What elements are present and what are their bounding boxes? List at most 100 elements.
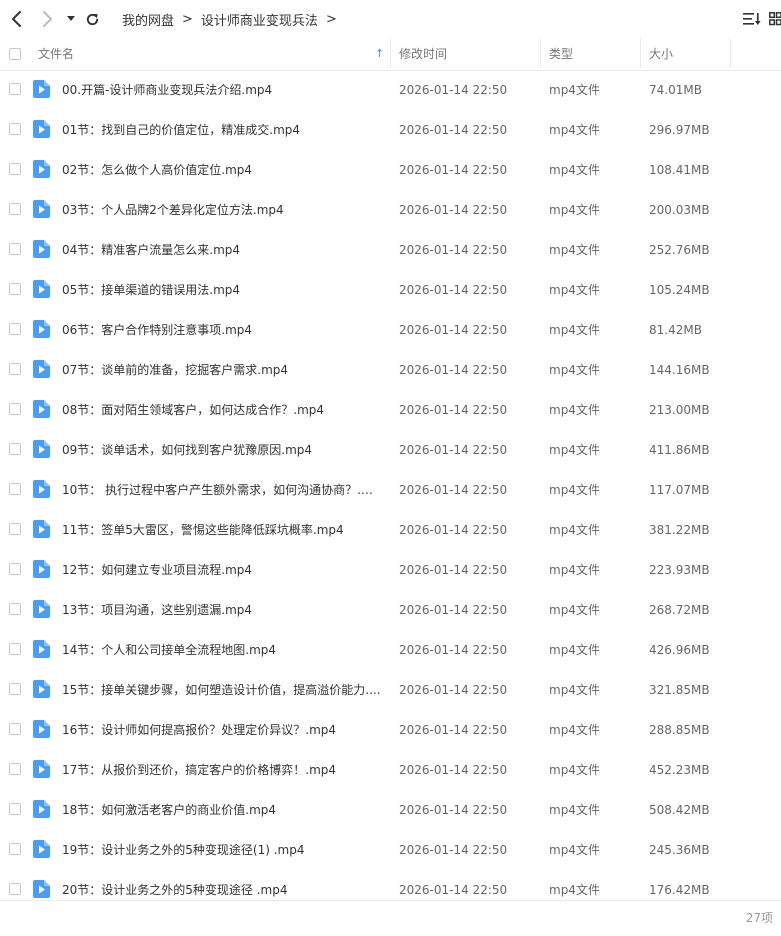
column-header-name[interactable]: 文件名: [38, 38, 74, 70]
row-checkbox[interactable]: [9, 163, 21, 175]
breadcrumb-item-current[interactable]: 设计师商业变现兵法: [201, 10, 318, 29]
row-checkbox[interactable]: [9, 723, 21, 735]
file-name[interactable]: 18节：如何激活老客户的商业价值.mp4: [62, 790, 384, 830]
file-modified-time: 2026-01-14 22:50: [399, 190, 507, 230]
file-row[interactable]: 02节：怎么做个人高价值定位.mp42026-01-14 22:50mp4文件1…: [0, 150, 781, 190]
video-file-icon: [33, 720, 50, 738]
select-all-checkbox[interactable]: [9, 48, 21, 60]
column-divider[interactable]: [730, 38, 731, 68]
file-name[interactable]: 11节：签单5大雷区，警惕这些能降低踩坑概率.mp4: [62, 510, 384, 550]
row-checkbox[interactable]: [9, 243, 21, 255]
file-name[interactable]: 07节：谈单前的准备，挖掘客户需求.mp4: [62, 350, 384, 390]
file-row[interactable]: 17节：从报价到还价，搞定客户的价格博弈！.mp42026-01-14 22:5…: [0, 750, 781, 790]
file-row[interactable]: 16节：设计师如何提高报价？处理定价异议？.mp42026-01-14 22:5…: [0, 710, 781, 750]
sort-button[interactable]: [741, 8, 763, 30]
file-type: mp4文件: [549, 310, 600, 350]
file-row[interactable]: 09节：谈单话术，如何找到客户犹豫原因.mp42026-01-14 22:50m…: [0, 430, 781, 470]
file-row[interactable]: 07节：谈单前的准备，挖掘客户需求.mp42026-01-14 22:50mp4…: [0, 350, 781, 390]
file-row[interactable]: 03节：个人品牌2个差异化定位方法.mp42026-01-14 22:50mp4…: [0, 190, 781, 230]
column-divider[interactable]: [640, 38, 641, 68]
file-size: 74.01MB: [649, 70, 702, 110]
file-name[interactable]: 06节：客户合作特别注意事项.mp4: [62, 310, 384, 350]
file-row[interactable]: 19节：设计业务之外的5种变现途径(1) .mp42026-01-14 22:5…: [0, 830, 781, 870]
file-type: mp4文件: [549, 830, 600, 870]
file-row[interactable]: 08节：面对陌生领域客户，如何达成合作？.mp42026-01-14 22:50…: [0, 390, 781, 430]
file-name[interactable]: 04节：精准客户流量怎么来.mp4: [62, 230, 384, 270]
file-name[interactable]: 14节：个人和公司接单全流程地图.mp4: [62, 630, 384, 670]
file-name[interactable]: 10节： 执行过程中客户产生额外需求，如何沟通协商？.m...: [62, 470, 384, 510]
row-checkbox[interactable]: [9, 763, 21, 775]
column-header-type[interactable]: 类型: [549, 38, 573, 70]
file-row[interactable]: 00.开篇-设计师商业变现兵法介绍.mp4 2026-01-14 22:50 mp4…: [0, 70, 781, 110]
file-name[interactable]: 13节：项目沟通，这些别遗漏.mp4: [62, 590, 384, 630]
row-checkbox[interactable]: [9, 523, 21, 535]
back-button[interactable]: [8, 8, 26, 30]
column-header-modified[interactable]: 修改时间: [399, 38, 447, 70]
file-name[interactable]: 08节：面对陌生领域客户，如何达成合作？.mp4: [62, 390, 384, 430]
file-modified-time: 2026-01-14 22:50: [399, 230, 507, 270]
file-type: mp4文件: [549, 70, 600, 110]
file-row[interactable]: 12节：如何建立专业项目流程.mp42026-01-14 22:50mp4文件2…: [0, 550, 781, 590]
file-type: mp4文件: [549, 590, 600, 630]
video-file-icon: [33, 640, 50, 658]
file-name[interactable]: 03节：个人品牌2个差异化定位方法.mp4: [62, 190, 384, 230]
video-file-icon: [33, 840, 50, 858]
row-checkbox[interactable]: [9, 803, 21, 815]
row-checkbox[interactable]: [9, 203, 21, 215]
file-row[interactable]: 01节：找到自己的价值定位，精准成交.mp42026-01-14 22:50mp…: [0, 110, 781, 150]
file-size: 105.24MB: [649, 270, 710, 310]
file-name[interactable]: 05节：接单渠道的错误用法.mp4: [62, 270, 384, 310]
file-modified-time: 2026-01-14 22:50: [399, 430, 507, 470]
sort-list-icon: [743, 12, 761, 26]
file-row[interactable]: 06节：客户合作特别注意事项.mp42026-01-14 22:50mp4文件8…: [0, 310, 781, 350]
file-row[interactable]: 05节：接单渠道的错误用法.mp42026-01-14 22:50mp4文件10…: [0, 270, 781, 310]
video-file-icon: [33, 560, 50, 578]
row-checkbox[interactable]: [9, 123, 21, 135]
row-checkbox[interactable]: [9, 363, 21, 375]
file-name[interactable]: 02节：怎么做个人高价值定位.mp4: [62, 150, 384, 190]
file-row[interactable]: 18节：如何激活老客户的商业价值.mp42026-01-14 22:50mp4文…: [0, 790, 781, 830]
file-row[interactable]: 11节：签单5大雷区，警惕这些能降低踩坑概率.mp42026-01-14 22:…: [0, 510, 781, 550]
file-name[interactable]: 15节：接单关键步骤，如何塑造设计价值，提高溢价能力....: [62, 670, 384, 710]
file-row[interactable]: 15节：接单关键步骤，如何塑造设计价值，提高溢价能力....2026-01-14…: [0, 670, 781, 710]
row-checkbox[interactable]: [9, 563, 21, 575]
row-checkbox[interactable]: [9, 643, 21, 655]
video-file-icon: [33, 120, 50, 138]
forward-button[interactable]: [38, 8, 56, 30]
column-divider[interactable]: [540, 38, 541, 68]
row-checkbox[interactable]: [9, 483, 21, 495]
video-file-icon: [33, 440, 50, 458]
file-type: mp4文件: [549, 790, 600, 830]
file-name[interactable]: 09节：谈单话术，如何找到客户犹豫原因.mp4: [62, 430, 384, 470]
file-row[interactable]: 13节：项目沟通，这些别遗漏.mp42026-01-14 22:50mp4文件2…: [0, 590, 781, 630]
video-file-icon: [33, 680, 50, 698]
row-checkbox[interactable]: [9, 403, 21, 415]
row-checkbox[interactable]: [9, 843, 21, 855]
file-name[interactable]: 12节：如何建立专业项目流程.mp4: [62, 550, 384, 590]
row-checkbox[interactable]: [9, 683, 21, 695]
row-checkbox[interactable]: [9, 83, 21, 95]
column-header-size[interactable]: 大小: [649, 38, 673, 70]
row-checkbox[interactable]: [9, 283, 21, 295]
file-type: mp4文件: [549, 390, 600, 430]
file-row[interactable]: 14节：个人和公司接单全流程地图.mp42026-01-14 22:50mp4文…: [0, 630, 781, 670]
row-checkbox[interactable]: [9, 323, 21, 335]
file-name[interactable]: 17节：从报价到还价，搞定客户的价格博弈！.mp4: [62, 750, 384, 790]
row-checkbox[interactable]: [9, 883, 21, 895]
file-name[interactable]: 19节：设计业务之外的5种变现途径(1) .mp4: [62, 830, 384, 870]
file-name[interactable]: 01节：找到自己的价值定位，精准成交.mp4: [62, 110, 384, 150]
row-checkbox[interactable]: [9, 603, 21, 615]
refresh-button[interactable]: [82, 8, 102, 30]
file-row[interactable]: 10节： 执行过程中客户产生额外需求，如何沟通协商？.m...2026-01-1…: [0, 470, 781, 510]
history-dropdown-button[interactable]: [64, 8, 78, 30]
view-toggle-button[interactable]: [769, 8, 781, 30]
file-modified-time: 2026-01-14 22:50: [399, 70, 507, 110]
sort-ascending-icon[interactable]: ↑: [375, 38, 384, 70]
column-divider[interactable]: [390, 38, 391, 68]
breadcrumb-item-root[interactable]: 我的网盘: [122, 10, 174, 29]
file-name[interactable]: 00.开篇-设计师商业变现兵法介绍.mp4: [62, 70, 384, 110]
file-name[interactable]: 16节：设计师如何提高报价？处理定价异议？.mp4: [62, 710, 384, 750]
file-row[interactable]: 04节：精准客户流量怎么来.mp42026-01-14 22:50mp4文件25…: [0, 230, 781, 270]
video-file-icon: [33, 280, 50, 298]
row-checkbox[interactable]: [9, 443, 21, 455]
